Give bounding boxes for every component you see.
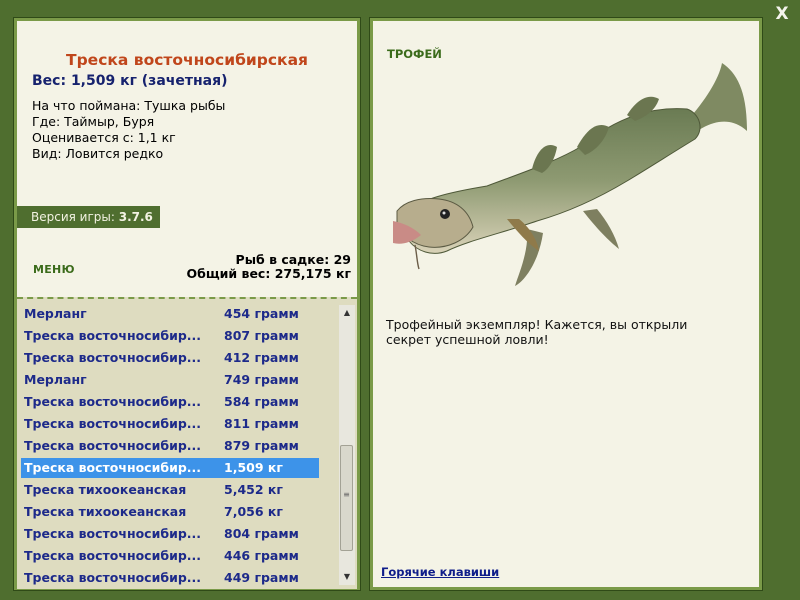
catch-fish-weight: 5,452 кг	[224, 482, 283, 497]
catch-fish-name: Треска восточносибир...	[24, 526, 202, 541]
catch-fish-weight: 749 грамм	[224, 372, 299, 387]
version-value: 3.7.6	[118, 210, 153, 224]
trophy-description: Трофейный экземпляр! Кажется, вы открыли…	[386, 317, 688, 347]
catch-fish-name: Мерланг	[24, 306, 87, 321]
list-scrollbar[interactable]: ▲ ≡ ▼	[339, 305, 355, 585]
catch-row[interactable]: Треска тихоокеанская 5,452 кг	[21, 480, 319, 500]
catch-fish-weight: 7,056 кг	[224, 504, 283, 519]
catch-fish-weight: 1,509 кг	[224, 460, 283, 475]
arrow-down-icon[interactable]: ▼	[339, 569, 355, 585]
catch-fish-weight: 804 грамм	[224, 526, 299, 541]
catch-fish-name: Треска восточносибир...	[24, 460, 202, 475]
catch-fish-name: Треска восточносибир...	[24, 350, 202, 365]
bait-info: На что поймана: Тушка рыбы	[32, 98, 226, 113]
catch-row[interactable]: Мерланг 749 грамм	[21, 370, 319, 390]
catch-fish-weight: 449 грамм	[224, 570, 299, 585]
rarity-info: Вид: Ловится редко	[32, 146, 164, 161]
catch-row[interactable]: Треска восточносибир... 879 грамм	[21, 436, 319, 456]
catch-fish-name: Треска тихоокеанская	[24, 482, 187, 497]
hotkeys-link[interactable]: Горячие клавиши	[381, 565, 499, 579]
trophy-panel: ТРОФЕЙ Трофейный экземпляр! Кажется, вы …	[369, 17, 763, 591]
location-info: Где: Таймыр, Буря	[32, 114, 155, 129]
menu-link[interactable]: МЕНЮ	[33, 263, 75, 276]
close-button[interactable]: X	[772, 4, 792, 24]
fish-count: Рыб в садке: 29	[235, 252, 351, 267]
catch-fish-name: Треска восточносибир...	[24, 328, 202, 343]
catch-fish-weight: 807 грамм	[224, 328, 299, 343]
catch-row[interactable]: Мерланг 454 грамм	[21, 304, 319, 324]
catch-fish-name: Треска восточносибир...	[24, 570, 202, 585]
catch-row[interactable]: Треска восточносибир... 446 грамм	[21, 546, 319, 566]
catch-row[interactable]: Треска восточносибир... 449 грамм	[21, 568, 319, 588]
close-icon: X	[775, 4, 789, 24]
catch-fish-name: Мерланг	[24, 372, 87, 387]
catch-row[interactable]: Треска восточносибир... 584 грамм	[21, 392, 319, 412]
catch-row[interactable]: Треска восточносибир... 1,509 кг	[21, 458, 319, 478]
version-bar: Версия игры: 3.7.6	[17, 206, 160, 228]
scroll-thumb[interactable]: ≡	[340, 445, 353, 551]
grip-icon: ≡	[343, 490, 350, 499]
catch-list: Мерланг 454 грамм Треска восточносибир... 8…	[17, 297, 357, 589]
arrow-up-icon[interactable]: ▲	[339, 305, 355, 321]
catch-fish-weight: 412 грамм	[224, 350, 299, 365]
catch-fish-weight: 584 грамм	[224, 394, 299, 409]
catch-fish-weight: 811 грамм	[224, 416, 299, 431]
catch-fish-weight: 454 грамм	[224, 306, 299, 321]
fish-name: Треска восточносибирская	[66, 51, 308, 69]
catch-fish-name: Треска восточносибир...	[24, 438, 202, 453]
catch-fish-name: Треска восточносибир...	[24, 548, 202, 563]
catch-stats: Рыб в садке: 29 Общий вес: 275,175 кг	[187, 253, 352, 281]
catch-row[interactable]: Треска восточносибир... 807 грамм	[21, 326, 319, 346]
catch-row[interactable]: Треска восточносибир... 811 грамм	[21, 414, 319, 434]
scoring-info: Оценивается с: 1,1 кг	[32, 130, 176, 145]
catch-fish-name: Треска тихоокеанская	[24, 504, 187, 519]
version-label: Версия игры:	[31, 210, 115, 224]
fish-info-panel: Треска восточносибирская Вес: 1,509 кг (…	[13, 17, 361, 591]
catch-fish-name: Треска восточносибир...	[24, 416, 202, 431]
catch-row[interactable]: Треска тихоокеанская 7,056 кг	[21, 502, 319, 522]
catch-fish-name: Треска восточносибир...	[24, 394, 202, 409]
fish-weight: Вес: 1,509 кг (зачетная)	[32, 73, 228, 89]
catch-row[interactable]: Треска восточносибир... 412 грамм	[21, 348, 319, 368]
catch-fish-weight: 879 грамм	[224, 438, 299, 453]
catch-row[interactable]: Треска восточносибир... 804 грамм	[21, 524, 319, 544]
total-weight: Общий вес: 275,175 кг	[186, 266, 352, 281]
catch-fish-weight: 446 грамм	[224, 548, 299, 563]
fish-image	[393, 63, 747, 286]
